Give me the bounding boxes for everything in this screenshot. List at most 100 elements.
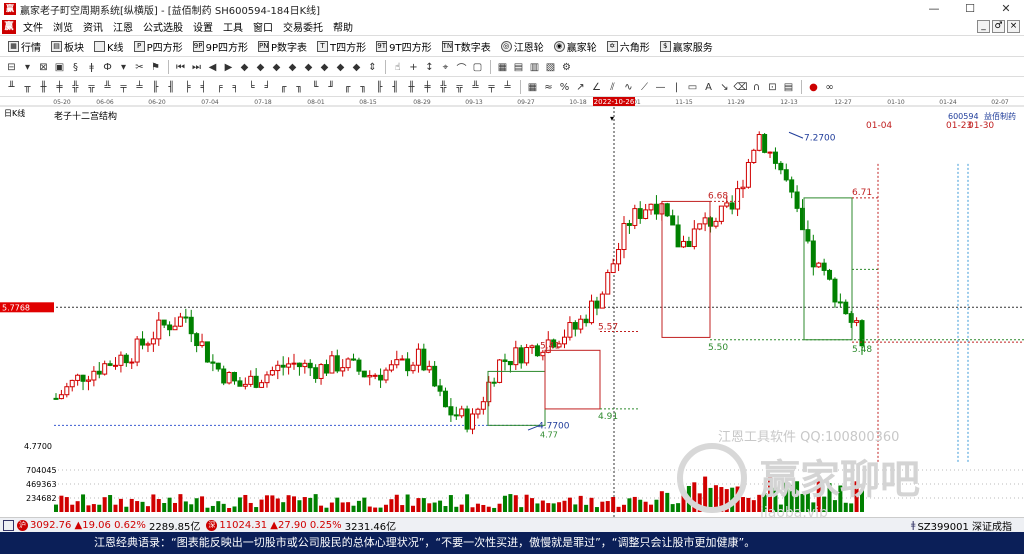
line-tool-icon[interactable]: ↕	[422, 60, 437, 75]
sz-index-label[interactable]: SZ399001 深证成指	[917, 518, 1012, 533]
menu-help[interactable]: 帮助	[328, 19, 358, 34]
hline-icon[interactable]: —	[653, 80, 668, 95]
tool-7-icon[interactable]: ╩	[100, 80, 115, 95]
line-icon[interactable]: ∠	[589, 80, 604, 95]
tool-32-icon[interactable]: ╧	[500, 80, 515, 95]
page-icon[interactable]: ▣	[52, 60, 67, 75]
tool-27-icon[interactable]: ╪	[420, 80, 435, 95]
mdi-restore-button[interactable]: ♂	[992, 20, 1005, 33]
next-icon[interactable]: ▶	[221, 60, 236, 75]
shift-left-icon[interactable]: ◆	[301, 60, 316, 75]
eraser-icon[interactable]: ⌫	[733, 80, 748, 95]
table-icon[interactable]: ▥	[527, 60, 542, 75]
arrow-icon[interactable]: ↘	[717, 80, 732, 95]
tool-20-icon[interactable]: ╙	[308, 80, 323, 95]
fan-icon[interactable]: ⌖	[438, 60, 453, 75]
tool-28-icon[interactable]: ╬	[436, 80, 451, 95]
text-icon[interactable]: A	[701, 80, 716, 95]
tool-3-icon[interactable]: ╫	[36, 80, 51, 95]
tools-icon[interactable]: ⚙	[559, 60, 574, 75]
pattern-icon[interactable]: ⊠	[36, 60, 51, 75]
wave-icon[interactable]: ≈	[541, 80, 556, 95]
tool-8-icon[interactable]: ╤	[116, 80, 131, 95]
close-button[interactable]: ✕	[988, 0, 1024, 18]
layer-icon[interactable]: ▤	[781, 80, 796, 95]
toolbar-button-winner-wheel[interactable]: ◉ 赢家轮	[550, 38, 601, 56]
layout-icon[interactable]: ⊟	[4, 60, 19, 75]
cut-icon[interactable]: ✂	[132, 60, 147, 75]
zoom-out-icon[interactable]: ◆	[285, 60, 300, 75]
rect-icon[interactable]: ▭	[685, 80, 700, 95]
toolbar-button-pn-table[interactable]: PN P数字表	[254, 38, 311, 56]
menu-settings[interactable]: 设置	[188, 19, 218, 34]
tool-1-icon[interactable]: ╨	[4, 80, 19, 95]
lock-icon[interactable]: ⊡	[765, 80, 780, 95]
candle-type-icon[interactable]: Ф	[100, 60, 115, 75]
menu-info[interactable]: 资讯	[78, 19, 108, 34]
move-up-icon[interactable]: ◆	[237, 60, 252, 75]
magnet-icon[interactable]: ∩	[749, 80, 764, 95]
tool-22-icon[interactable]: ╓	[340, 80, 355, 95]
tool-14-icon[interactable]: ╒	[212, 80, 227, 95]
menu-trade[interactable]: 交易委托	[278, 19, 328, 34]
tool-18-icon[interactable]: ╓	[276, 80, 291, 95]
tool-9-icon[interactable]: ╧	[132, 80, 147, 95]
color-icon[interactable]: ●	[806, 80, 821, 95]
chevron-down-icon[interactable]: ▾	[116, 60, 131, 75]
tool-5-icon[interactable]: ╬	[68, 80, 83, 95]
prev-icon[interactable]: ◀	[205, 60, 220, 75]
grid-table-icon[interactable]: ▦	[525, 80, 540, 95]
tool-13-icon[interactable]: ╡	[196, 80, 211, 95]
fit-icon[interactable]: ⇕	[365, 60, 380, 75]
toolbar-button-p-square[interactable]: P P四方形	[130, 38, 187, 56]
zoom-in-icon[interactable]: ◆	[269, 60, 284, 75]
cycle-icon[interactable]: ∿	[621, 80, 636, 95]
toolbar-button-9t-square[interactable]: 9T 9T四方形	[372, 38, 435, 56]
expand-icon[interactable]: ◆	[333, 60, 348, 75]
menu-gann[interactable]: 江恩	[108, 19, 138, 34]
tool-24-icon[interactable]: ╟	[372, 80, 387, 95]
print-icon[interactable]: ▧	[543, 60, 558, 75]
calc-icon[interactable]: ▦	[495, 60, 510, 75]
toolbar-button-9p-square[interactable]: 9P 9P四方形	[189, 38, 252, 56]
tool-10-icon[interactable]: ╟	[148, 80, 163, 95]
toolbar-button-kline[interactable]: K线	[90, 38, 128, 56]
tool-31-icon[interactable]: ╤	[484, 80, 499, 95]
mdi-minimize-button[interactable]: _	[977, 20, 990, 33]
tool-4-icon[interactable]: ╪	[52, 80, 67, 95]
toolbar-button-hexagon[interactable]: ✡ 六角形	[603, 38, 654, 56]
shift-right-icon[interactable]: ◆	[317, 60, 332, 75]
menu-file[interactable]: 文件	[18, 19, 48, 34]
menu-tools[interactable]: 工具	[218, 19, 248, 34]
move-down-icon[interactable]: ◆	[253, 60, 268, 75]
infinity-icon[interactable]: ∞	[822, 80, 837, 95]
maximize-button[interactable]: ☐	[952, 0, 988, 18]
fund-icon[interactable]: §	[68, 60, 83, 75]
minimize-button[interactable]: —	[916, 0, 952, 18]
kline-chart-svg[interactable]: 05-20 06-06 06-20 07-04 07-18 08-01 08-15 08-29…	[0, 97, 1024, 521]
sz-index-group[interactable]: 深 11024.31 ▲27.90 0.25% 3231.46亿	[206, 518, 396, 533]
toolbar-button-tn-table[interactable]: TN T数字表	[438, 38, 495, 56]
toolbar-button-t-square[interactable]: T T四方形	[313, 38, 370, 56]
first-icon[interactable]: ⏮	[173, 60, 188, 75]
last-icon[interactable]: ⏭	[189, 60, 204, 75]
tool-29-icon[interactable]: ╦	[452, 80, 467, 95]
save-icon[interactable]: ▤	[511, 60, 526, 75]
tool-15-icon[interactable]: ╕	[228, 80, 243, 95]
flag-icon[interactable]: ⚑	[148, 60, 163, 75]
tool-11-icon[interactable]: ╢	[164, 80, 179, 95]
crosshair-icon[interactable]: +	[406, 60, 421, 75]
kline-small-icon[interactable]: ǂ	[84, 60, 99, 75]
toolbar-button-grid[interactable]: ▦ 行情	[4, 38, 45, 56]
tool-12-icon[interactable]: ╞	[180, 80, 195, 95]
channel-icon[interactable]: ⫽	[605, 80, 620, 95]
tool-16-icon[interactable]: ╘	[244, 80, 259, 95]
tool-21-icon[interactable]: ╜	[324, 80, 339, 95]
mdi-close-button[interactable]: ×	[1007, 20, 1020, 33]
collapse-icon[interactable]: ◆	[349, 60, 364, 75]
menu-formula[interactable]: 公式选股	[138, 19, 188, 34]
box-icon[interactable]: ▢	[470, 60, 485, 75]
trend-icon[interactable]: ↗	[573, 80, 588, 95]
menu-window[interactable]: 窗口	[248, 19, 278, 34]
chevron-down-icon[interactable]: ▾	[20, 60, 35, 75]
